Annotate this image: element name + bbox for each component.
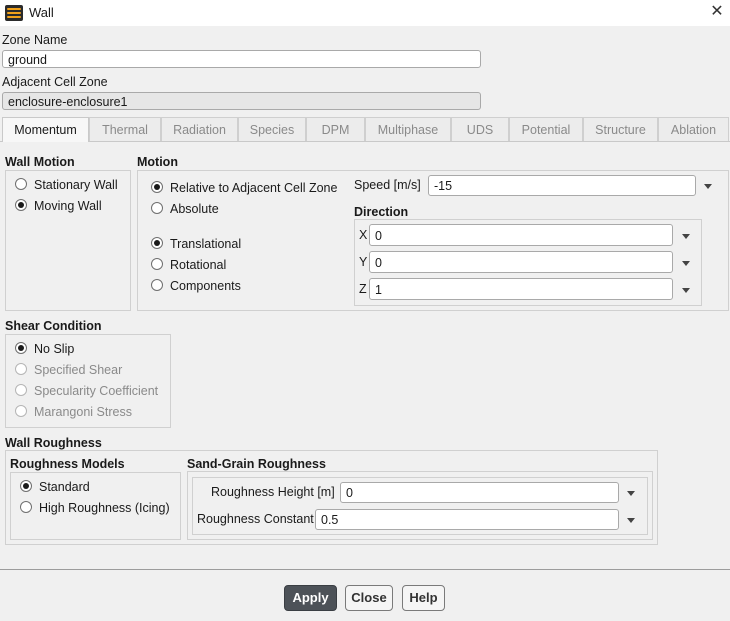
specified-shear-label: Specified Shear [34,363,123,377]
components-label: Components [170,279,241,293]
roughness-height-chevron-down-icon[interactable] [625,487,637,499]
tab-radiation[interactable]: Radiation [161,117,238,141]
shear-condition-title: Shear Condition [5,319,102,333]
tab-thermal[interactable]: Thermal [89,117,161,141]
tab-multiphase[interactable]: Multiphase [365,117,451,141]
motion-title: Motion [137,155,178,169]
absolute-radio[interactable] [151,202,163,214]
roughness-models-title: Roughness Models [10,457,125,471]
apply-button[interactable]: Apply [284,585,337,611]
high-roughness-icing-radio[interactable] [20,501,32,513]
rotational-label: Rotational [170,258,227,272]
zone-name-label: Zone Name [2,33,68,47]
tab-species[interactable]: Species [238,117,306,141]
window-title: Wall [29,5,54,20]
close-icon[interactable]: ✕ [708,2,726,22]
wall-motion-title: Wall Motion [5,155,75,169]
roughness-height-label: Roughness Height [m] [211,485,335,499]
absolute-label: Absolute [170,202,219,216]
speed-dropdown-chevron-down-icon[interactable] [702,180,714,192]
standard-roughness-label: Standard [39,480,90,494]
roughness-constant-input[interactable]: 0.5 [315,509,619,530]
direction-x-chevron-down-icon[interactable] [680,230,692,242]
marangoni-stress-label: Marangoni Stress [34,405,132,419]
adjacent-cell-zone-field: enclosure-enclosure1 [2,92,481,110]
translational-radio[interactable] [151,237,163,249]
specified-shear-radio [15,363,27,375]
specularity-coefficient-radio [15,384,27,396]
speed-input[interactable]: -15 [428,175,696,196]
stationary-wall-radio[interactable] [15,178,27,190]
relative-adjacent-label: Relative to Adjacent Cell Zone [170,181,338,195]
translational-label: Translational [170,237,242,251]
roughness-constant-label: Roughness Constant [197,512,314,526]
tab-ablation[interactable]: Ablation [658,117,729,141]
tab-dpm[interactable]: DPM [306,117,365,141]
help-button[interactable]: Help [402,585,445,611]
sand-grain-roughness-title: Sand-Grain Roughness [187,457,326,471]
no-slip-label: No Slip [34,342,75,356]
direction-z-input[interactable]: 1 [369,278,673,300]
direction-x-label: X [359,228,368,242]
speed-label: Speed [m/s] [354,178,421,192]
adjacent-cell-zone-label: Adjacent Cell Zone [2,75,108,89]
direction-title: Direction [354,205,409,219]
wall-roughness-title: Wall Roughness [5,436,102,450]
rotational-radio[interactable] [151,258,163,270]
zone-name-input[interactable]: ground [2,50,481,68]
tab-uds[interactable]: UDS [451,117,509,141]
direction-y-label: Y [359,255,368,269]
marangoni-stress-radio [15,405,27,417]
direction-z-label: Z [359,282,367,296]
no-slip-radio[interactable] [15,342,27,354]
roughness-height-input[interactable]: 0 [340,482,619,503]
title-bar [0,0,730,26]
standard-roughness-radio[interactable] [20,480,32,492]
stationary-wall-label: Stationary Wall [34,178,118,192]
moving-wall-radio[interactable] [15,199,27,211]
footer-separator [0,569,730,570]
high-roughness-icing-label: High Roughness (Icing) [39,501,170,515]
close-button[interactable]: Close [345,585,393,611]
fluent-app-icon [5,5,23,21]
direction-y-chevron-down-icon[interactable] [680,257,692,269]
relative-adjacent-radio[interactable] [151,181,163,193]
tab-momentum[interactable]: Momentum [2,117,89,142]
tab-structure[interactable]: Structure [583,117,658,141]
components-radio[interactable] [151,279,163,291]
direction-y-input[interactable]: 0 [369,251,673,273]
direction-x-input[interactable]: 0 [369,224,673,246]
roughness-constant-chevron-down-icon[interactable] [625,514,637,526]
direction-z-chevron-down-icon[interactable] [680,284,692,296]
tab-potential[interactable]: Potential [509,117,583,141]
specularity-coefficient-label: Specularity Coefficient [34,384,159,398]
moving-wall-label: Moving Wall [34,199,102,213]
